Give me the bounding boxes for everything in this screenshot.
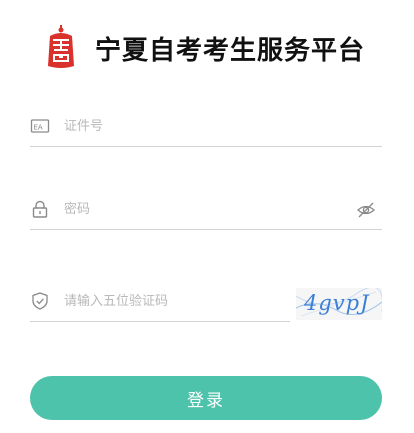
captcha-code: 4gvpJ: [304, 291, 370, 315]
shield-check-icon: [32, 292, 48, 310]
svg-text:EA: EA: [34, 124, 43, 132]
lock-icon: [32, 200, 48, 218]
seal-logo-icon: [48, 25, 74, 68]
id-number-field: EA: [30, 106, 382, 147]
login-page: 宁夏自考考生服务平台 EA 证件号 请输入五位验证码 4gvpJ 登录: [0, 0, 414, 433]
app-title: 宁夏自考考生服务平台: [95, 36, 366, 66]
eye-off-icon[interactable]: [356, 200, 376, 220]
captcha-image[interactable]: 4gvpJ: [296, 288, 382, 320]
login-button[interactable]: 登录: [30, 376, 382, 420]
password-input[interactable]: [64, 189, 346, 229]
captcha-field: [30, 281, 290, 322]
id-card-icon: EA: [30, 119, 50, 133]
id-number-input[interactable]: [64, 106, 346, 146]
password-field: [30, 189, 382, 230]
captcha-input[interactable]: [64, 281, 254, 321]
header: 宁夏自考考生服务平台: [0, 22, 414, 72]
